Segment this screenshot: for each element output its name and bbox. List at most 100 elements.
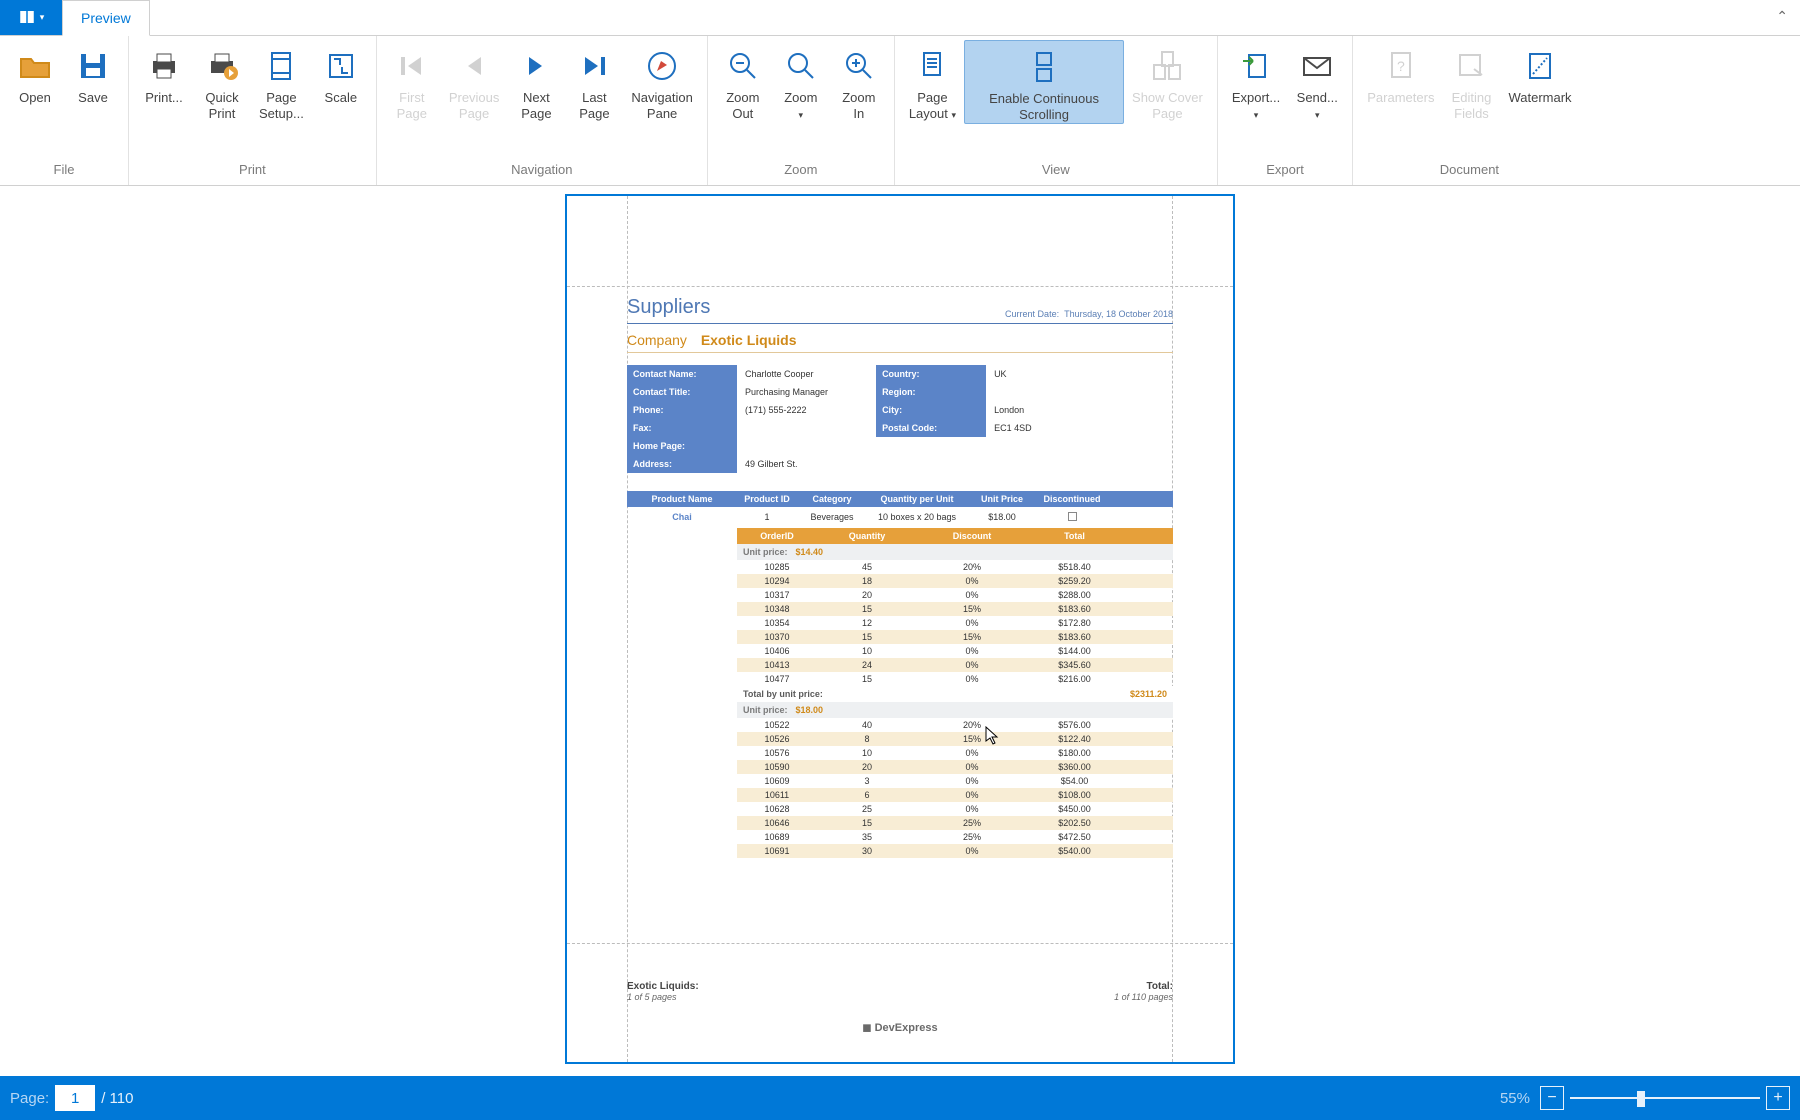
ph-cat: Category	[797, 491, 867, 507]
preview-tab[interactable]: Preview	[62, 0, 150, 36]
zoom-in-button[interactable]: Zoom In	[830, 40, 888, 122]
zoom-out-button[interactable]: Zoom Out	[714, 40, 772, 122]
quick-print-button[interactable]: Quick Print	[193, 40, 251, 122]
zoom-out-label: Zoom Out	[726, 86, 759, 122]
order-row: 105224020%$576.00	[737, 718, 1173, 732]
scale-button[interactable]: Scale	[312, 40, 370, 106]
group-zoom: Zoom Out Zoom▾ Zoom In Zoom	[708, 36, 895, 185]
order-row: 10477150%$216.00	[737, 672, 1173, 686]
order-row: 10406100%$144.00	[737, 644, 1173, 658]
navigation-pane-label: Navigation Pane	[631, 86, 692, 122]
send-label: Send...▾	[1297, 86, 1338, 123]
prod-disc-checkbox	[1037, 509, 1107, 526]
info-value: EC1 4SD	[986, 419, 1040, 437]
unit-price-1: Unit price:$14.40	[737, 544, 1173, 560]
first-page-label: First Page	[397, 86, 427, 122]
open-button[interactable]: Open	[6, 40, 64, 106]
page-setup-button[interactable]: Page Setup...	[251, 40, 312, 122]
product-row: Chai 1 Beverages 10 boxes x 20 bags $18.…	[627, 507, 1173, 528]
group-zoom-label: Zoom	[784, 156, 817, 185]
svg-text:?: ?	[1397, 58, 1405, 74]
first-page-button: First Page	[383, 40, 441, 122]
group-export: Export...▾ Send...▾ Export	[1218, 36, 1353, 185]
info-key: Contact Title:	[627, 383, 737, 401]
oh-tot: Total	[1027, 528, 1122, 544]
navigation-pane-button[interactable]: Navigation Pane	[623, 40, 700, 122]
product-headers: Product Name Product ID Category Quantit…	[627, 491, 1173, 507]
group-nav-label: Navigation	[511, 156, 572, 185]
zoom-thumb[interactable]	[1637, 1091, 1645, 1107]
scale-label: Scale	[325, 86, 358, 106]
file-tab[interactable]: ▾	[0, 0, 62, 35]
devexpress-logo-icon: ◼	[862, 1022, 871, 1034]
zoom-plus-button[interactable]: +	[1766, 1086, 1790, 1110]
print-button[interactable]: Print...	[135, 40, 193, 106]
order-row: 10691300%$540.00	[737, 844, 1173, 858]
send-button[interactable]: Send...▾	[1288, 40, 1346, 123]
info-key: Address:	[627, 455, 737, 473]
chevron-down-icon: ▾	[1254, 110, 1259, 120]
group-print: Print... Quick Print Page Setup... Scale…	[129, 36, 377, 185]
export-button[interactable]: Export...▾	[1224, 40, 1288, 123]
collapse-ribbon-caret-icon[interactable]: ⌃	[1776, 8, 1788, 25]
order-row: 103701515%$183.60	[737, 630, 1173, 644]
ph-id: Product ID	[737, 491, 797, 507]
footer-right: Total:1 of 110 pages	[1114, 981, 1173, 1002]
page-number-input[interactable]	[55, 1085, 95, 1111]
oh-disc: Discount	[917, 528, 1027, 544]
page-total: / 110	[101, 1090, 133, 1107]
export-label: Export...▾	[1232, 86, 1280, 123]
group-file-label: File	[54, 156, 75, 185]
continuous-scrolling-button[interactable]: Enable Continuous Scrolling	[964, 40, 1124, 124]
parameters-icon: ?	[1384, 46, 1418, 86]
group1-rows: 102854520%$518.4010294180%$259.201031720…	[737, 560, 1173, 686]
print-label: Print...	[145, 86, 183, 106]
watermark-icon	[1523, 46, 1557, 86]
zoom-label: Zoom▾	[784, 86, 817, 123]
info-key: Contact Name:	[627, 365, 737, 383]
order-row: 10317200%$288.00	[737, 588, 1173, 602]
parameters-button: ? Parameters	[1359, 40, 1442, 106]
info-key: City:	[876, 401, 986, 419]
save-button[interactable]: Save	[64, 40, 122, 106]
info-key: Phone:	[627, 401, 737, 419]
zoom-icon	[784, 46, 818, 86]
page-layout-button[interactable]: Page Layout ▾	[901, 40, 964, 123]
margin-bottom-guide	[567, 943, 1233, 944]
group-doc-label: Document	[1440, 156, 1499, 185]
next-page-label: Next Page	[521, 86, 551, 122]
info-key: Country:	[876, 365, 986, 383]
info-pair: Country:UK	[876, 365, 1040, 383]
info-pair: Address:49 Gilbert St.	[627, 455, 836, 473]
unit-price-2: Unit price:$18.00	[737, 702, 1173, 718]
chevron-down-icon: ▾	[952, 110, 957, 120]
editing-fields-button: Editing Fields	[1442, 40, 1500, 122]
last-page-button[interactable]: Last Page	[565, 40, 623, 122]
group-document: ? Parameters Editing Fields Watermark Do…	[1353, 36, 1585, 185]
continuous-scroll-icon	[1027, 47, 1061, 87]
order-row: 10294180%$259.20	[737, 574, 1173, 588]
report-content: Suppliers Current Date: Thursday, 18 Oct…	[627, 296, 1173, 858]
zoom-slider[interactable]	[1570, 1086, 1760, 1110]
open-label: Open	[19, 86, 51, 106]
order-row: 1061160%$108.00	[737, 788, 1173, 802]
next-page-button[interactable]: Next Page	[507, 40, 565, 122]
group-view: Page Layout ▾ Enable Continuous Scrollin…	[895, 36, 1218, 185]
report-page: Suppliers Current Date: Thursday, 18 Oct…	[565, 194, 1235, 1064]
zoom-minus-button[interactable]: −	[1540, 1086, 1564, 1110]
order-row: 106893525%$472.50	[737, 830, 1173, 844]
zoom-percent: 55%	[1500, 1090, 1530, 1107]
order-row: 10354120%$172.80	[737, 616, 1173, 630]
info-value: London	[986, 401, 1032, 419]
zoom-in-icon	[842, 46, 876, 86]
info-value: Purchasing Manager	[737, 383, 836, 401]
zoom-button[interactable]: Zoom▾	[772, 40, 830, 123]
previous-page-button: Previous Page	[441, 40, 508, 122]
preview-area[interactable]: Suppliers Current Date: Thursday, 18 Oct…	[0, 186, 1800, 1076]
save-label: Save	[78, 86, 108, 106]
company-value: Exotic Liquids	[701, 332, 797, 348]
chevron-down-icon: ▾	[799, 110, 804, 120]
watermark-button[interactable]: Watermark	[1500, 40, 1579, 106]
chevron-down-icon: ▾	[1315, 110, 1320, 120]
compass-icon	[645, 46, 679, 86]
